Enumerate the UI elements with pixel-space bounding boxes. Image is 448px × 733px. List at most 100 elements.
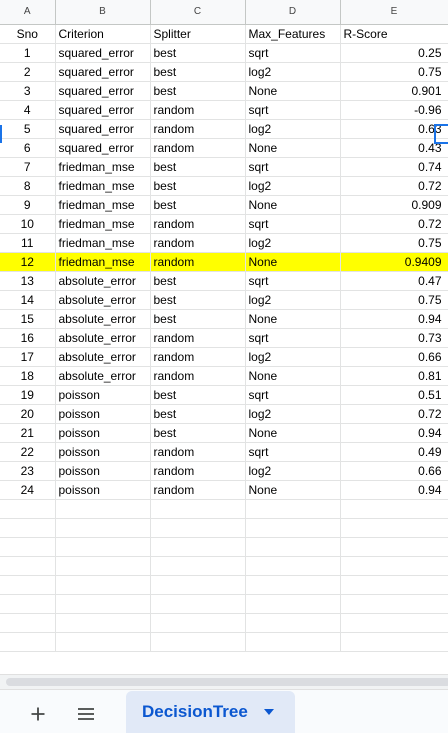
r-score-cell[interactable]: 0.94 <box>340 480 448 500</box>
max-features-cell[interactable]: sqrt <box>245 271 341 291</box>
splitter-cell[interactable]: random <box>150 119 246 139</box>
r-score-cell[interactable]: 0.94 <box>340 423 448 443</box>
criterion-cell[interactable]: squared_error <box>55 43 151 63</box>
sno-cell[interactable]: 12 <box>0 252 56 272</box>
criterion-cell[interactable]: absolute_error <box>55 366 151 386</box>
r-score-cell[interactable]: 0.72 <box>340 176 448 196</box>
splitter-cell[interactable]: random <box>150 100 246 120</box>
empty-cell[interactable] <box>0 537 56 557</box>
max-features-cell[interactable]: sqrt <box>245 43 341 63</box>
criterion-cell[interactable]: poisson <box>55 461 151 481</box>
criterion-cell[interactable]: friedman_mse <box>55 195 151 215</box>
empty-cell[interactable] <box>150 556 246 576</box>
criterion-cell[interactable]: squared_error <box>55 62 151 82</box>
max-features-cell[interactable]: sqrt <box>245 328 341 348</box>
empty-cell[interactable] <box>0 575 56 595</box>
sno-cell[interactable]: 20 <box>0 404 56 424</box>
max-features-cell[interactable]: None <box>245 480 341 500</box>
criterion-cell[interactable]: absolute_error <box>55 309 151 329</box>
criterion-cell[interactable]: poisson <box>55 404 151 424</box>
sno-cell[interactable]: 13 <box>0 271 56 291</box>
r-score-cell[interactable]: 0.74 <box>340 157 448 177</box>
splitter-cell[interactable]: best <box>150 81 246 101</box>
empty-cell[interactable] <box>150 575 246 595</box>
splitter-cell[interactable]: best <box>150 423 246 443</box>
horizontal-scrollbar-thumb[interactable] <box>6 678 448 686</box>
max-features-cell[interactable]: sqrt <box>245 442 341 462</box>
r-score-cell[interactable]: 0.73 <box>340 328 448 348</box>
horizontal-scrollbar[interactable] <box>0 674 448 689</box>
r-score-cell[interactable]: 0.75 <box>340 62 448 82</box>
empty-cell[interactable] <box>150 518 246 538</box>
max-features-cell[interactable]: log2 <box>245 461 341 481</box>
max-features-cell[interactable]: log2 <box>245 176 341 196</box>
splitter-cell[interactable]: random <box>150 442 246 462</box>
splitter-cell[interactable]: best <box>150 62 246 82</box>
splitter-cell[interactable]: random <box>150 347 246 367</box>
empty-cell[interactable] <box>245 613 341 633</box>
empty-cell[interactable] <box>55 499 151 519</box>
empty-cell[interactable] <box>55 594 151 614</box>
splitter-cell[interactable]: random <box>150 366 246 386</box>
criterion-cell[interactable]: absolute_error <box>55 347 151 367</box>
empty-cell[interactable] <box>340 537 448 557</box>
sno-cell[interactable]: 19 <box>0 385 56 405</box>
sno-cell[interactable]: 17 <box>0 347 56 367</box>
column-header-d[interactable]: D <box>245 0 341 25</box>
r-score-cell[interactable]: 0.51 <box>340 385 448 405</box>
max-features-cell[interactable]: log2 <box>245 233 341 253</box>
max-features-cell[interactable]: None <box>245 309 341 329</box>
empty-cell[interactable] <box>340 518 448 538</box>
empty-cell[interactable] <box>245 518 341 538</box>
r-score-cell[interactable]: 0.47 <box>340 271 448 291</box>
r-score-cell[interactable]: 0.72 <box>340 404 448 424</box>
selected-cell-outline[interactable] <box>434 124 448 144</box>
sno-cell[interactable]: 2 <box>0 62 56 82</box>
empty-cell[interactable] <box>150 632 246 652</box>
splitter-cell[interactable]: random <box>150 480 246 500</box>
r-score-cell[interactable]: 0.66 <box>340 347 448 367</box>
sno-cell[interactable]: 1 <box>0 43 56 63</box>
sno-cell[interactable]: 22 <box>0 442 56 462</box>
sno-cell[interactable]: 4 <box>0 100 56 120</box>
empty-cell[interactable] <box>0 594 56 614</box>
column-header-a[interactable]: A <box>0 0 56 25</box>
sno-cell[interactable]: 15 <box>0 309 56 329</box>
criterion-cell[interactable]: friedman_mse <box>55 252 151 272</box>
splitter-cell[interactable]: best <box>150 404 246 424</box>
criterion-cell[interactable]: poisson <box>55 423 151 443</box>
r-score-cell[interactable]: 0.901 <box>340 81 448 101</box>
header-cell-splitter[interactable]: Splitter <box>150 24 246 44</box>
max-features-cell[interactable]: None <box>245 81 341 101</box>
r-score-cell[interactable]: -0.96 <box>340 100 448 120</box>
sno-cell[interactable]: 8 <box>0 176 56 196</box>
max-features-cell[interactable]: sqrt <box>245 385 341 405</box>
criterion-cell[interactable]: poisson <box>55 442 151 462</box>
sno-cell[interactable]: 9 <box>0 195 56 215</box>
max-features-cell[interactable]: sqrt <box>245 100 341 120</box>
empty-cell[interactable] <box>150 499 246 519</box>
splitter-cell[interactable]: random <box>150 328 246 348</box>
sno-cell[interactable]: 5 <box>0 119 56 139</box>
empty-cell[interactable] <box>340 556 448 576</box>
empty-cell[interactable] <box>245 499 341 519</box>
splitter-cell[interactable]: random <box>150 138 246 158</box>
empty-cell[interactable] <box>340 632 448 652</box>
max-features-cell[interactable]: log2 <box>245 347 341 367</box>
sno-cell[interactable]: 14 <box>0 290 56 310</box>
criterion-cell[interactable]: squared_error <box>55 81 151 101</box>
max-features-cell[interactable]: None <box>245 423 341 443</box>
sno-cell[interactable]: 21 <box>0 423 56 443</box>
empty-cell[interactable] <box>0 632 56 652</box>
max-features-cell[interactable]: log2 <box>245 119 341 139</box>
splitter-cell[interactable]: best <box>150 157 246 177</box>
header-cell-r-score[interactable]: R-Score <box>340 24 448 44</box>
sno-cell[interactable]: 6 <box>0 138 56 158</box>
splitter-cell[interactable]: best <box>150 271 246 291</box>
empty-cell[interactable] <box>245 632 341 652</box>
sno-cell[interactable]: 3 <box>0 81 56 101</box>
r-score-cell[interactable]: 0.9409 <box>340 252 448 272</box>
sheet-tab-menu-button[interactable] <box>263 709 274 715</box>
max-features-cell[interactable]: None <box>245 366 341 386</box>
max-features-cell[interactable]: log2 <box>245 62 341 82</box>
